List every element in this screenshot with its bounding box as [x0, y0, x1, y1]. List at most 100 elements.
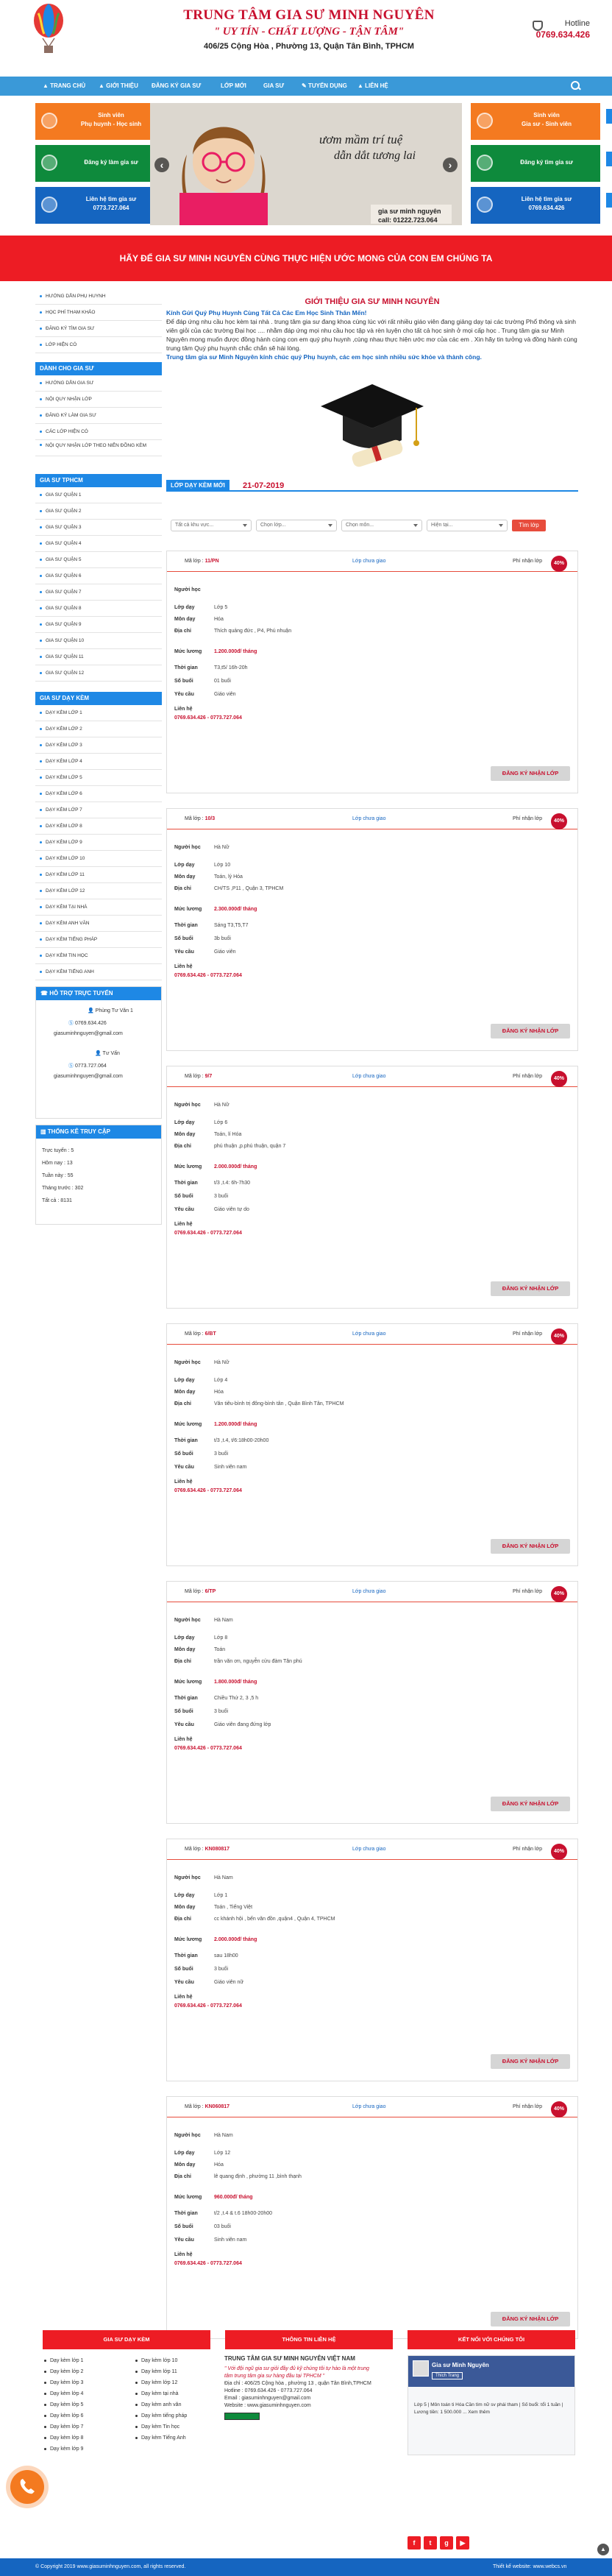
- sidebar-item[interactable]: ĐĂNG KÝ TÌM GIA SƯ: [35, 321, 162, 337]
- sidebar-item[interactable]: GIA SƯ QUẬN 6: [35, 568, 162, 584]
- register-class-button[interactable]: ĐĂNG KÝ NHẬN LỚP: [491, 1539, 570, 1554]
- sidebar-item[interactable]: DẠY KÈM LỚP 8: [35, 818, 162, 835]
- support-email[interactable]: giasuminhnguyen@gmail.com: [54, 1031, 123, 1036]
- quick-card-find[interactable]: Đăng ký tìm gia sư: [471, 145, 600, 182]
- sidebar-item[interactable]: DẠY KÈM LỚP 2: [35, 721, 162, 737]
- area-select[interactable]: Tất cả khu vực...: [171, 520, 252, 531]
- search-icon[interactable]: [571, 81, 581, 91]
- sidebar-item[interactable]: NỘI QUY NHẬN LỚP: [35, 392, 162, 408]
- sidebar-item[interactable]: GIA SƯ QUẬN 11: [35, 649, 162, 665]
- google-plus-icon[interactable]: g: [440, 2536, 453, 2550]
- sidebar-item[interactable]: DẠY KÈM LỚP 12: [35, 883, 162, 899]
- right-edge-tab[interactable]: [606, 152, 612, 166]
- sidebar-item[interactable]: DẠY KÈM LỚP 10: [35, 851, 162, 867]
- dmca-badge[interactable]: [224, 2413, 260, 2420]
- facebook-page-widget[interactable]: Gia sư Minh Nguyên Thích Trang Lớp 5 | M…: [408, 2355, 575, 2455]
- sidebar-item[interactable]: DẠY KÈM TIẾNG PHÁP: [35, 932, 162, 948]
- sidebar-item[interactable]: HỌC PHÍ THAM KHẢO: [35, 305, 162, 321]
- sidebar-item[interactable]: DẠY KÈM LỚP 6: [35, 786, 162, 802]
- sidebar-item[interactable]: CÁC LỚP HIỆN CÓ: [35, 424, 162, 440]
- sidebar-item[interactable]: GIA SƯ QUẬN 1: [35, 487, 162, 503]
- sidebar-item[interactable]: GIA SƯ QUẬN 9: [35, 617, 162, 633]
- slider-prev-arrow-icon[interactable]: ‹: [154, 158, 169, 172]
- support-phone[interactable]: Ⓢ 0769.634.426: [68, 1019, 107, 1027]
- slider-next-arrow-icon[interactable]: ›: [443, 158, 458, 172]
- twitter-icon[interactable]: t: [424, 2536, 437, 2550]
- footer-link[interactable]: Dạy kèm Tiếng Anh: [134, 2432, 204, 2444]
- sidebar-item[interactable]: HƯỚNG DẪN PHỤ HUYNH: [35, 289, 162, 305]
- sidebar-item[interactable]: DẠY KÈM LỚP 7: [35, 802, 162, 818]
- design-credit[interactable]: Thiết kế website: www.webcs.vn: [493, 2558, 566, 2576]
- youtube-icon[interactable]: ▶: [456, 2536, 469, 2550]
- sidebar-item[interactable]: DẠY KÈM TIẾNG ANH: [35, 964, 162, 980]
- sidebar-item[interactable]: GIA SƯ QUẬN 12: [35, 665, 162, 682]
- nav-home[interactable]: ▲ TRANG CHỦ: [43, 77, 85, 96]
- sidebar-item[interactable]: NỘI QUY NHẬN LỚP THEO NIÊN ĐỒNG KÈM: [35, 440, 162, 456]
- sidebar-item[interactable]: ĐĂNG KÝ LÀM GIA SƯ: [35, 408, 162, 424]
- nav-recruitment[interactable]: ✎ TUYỂN DỤNG: [302, 77, 347, 96]
- sidebar-item[interactable]: GIA SƯ QUẬN 7: [35, 584, 162, 601]
- footer-link[interactable]: Dạy kèm lớp 4: [43, 2388, 113, 2399]
- register-class-button[interactable]: ĐĂNG KÝ NHẬN LỚP: [491, 1024, 570, 1038]
- footer-website[interactable]: Website : www.giasuminhnguyen.com: [224, 2402, 379, 2410]
- sidebar-item[interactable]: GIA SƯ QUẬN 5: [35, 552, 162, 568]
- sidebar-item[interactable]: GIA SƯ QUẬN 10: [35, 633, 162, 649]
- sidebar-item[interactable]: GIA SƯ QUẬN 2: [35, 503, 162, 520]
- quick-card-parents[interactable]: Sinh viên Phụ huynh - Học sinh: [35, 103, 165, 140]
- sidebar-item[interactable]: GIA SƯ QUẬN 8: [35, 601, 162, 617]
- scroll-top-icon[interactable]: ▲: [597, 2544, 609, 2555]
- hotline-number[interactable]: 0769.634.426: [524, 29, 590, 40]
- register-class-button[interactable]: ĐĂNG KÝ NHẬN LỚP: [491, 2312, 570, 2326]
- sidebar-item[interactable]: DẠY KÈM LỚP 11: [35, 867, 162, 883]
- support-email[interactable]: giasuminhnguyen@gmail.com: [54, 1074, 123, 1079]
- footer-link[interactable]: Dạy kèm lớp 3: [43, 2377, 113, 2388]
- sidebar-item[interactable]: DẠY KÈM TIN HỌC: [35, 948, 162, 964]
- facebook-like-button[interactable]: Thích Trang: [432, 2372, 463, 2379]
- support-phone[interactable]: Ⓢ 0773.727.064: [68, 1062, 107, 1069]
- hero-slider[interactable]: ươm mầm trí tuệ dẫn dắt tương lai gia sư…: [150, 103, 462, 225]
- footer-link[interactable]: Dạy kèm lớp 2: [43, 2366, 113, 2377]
- register-class-button[interactable]: ĐĂNG KÝ NHẬN LỚP: [491, 2054, 570, 2069]
- search-classes-button[interactable]: Tìm lớp: [512, 520, 546, 531]
- sidebar-item[interactable]: LỚP HIỆN CÓ: [35, 337, 162, 353]
- sidebar-item[interactable]: GIA SƯ QUẬN 4: [35, 536, 162, 552]
- subject-select[interactable]: Chọn môn...: [341, 520, 422, 531]
- nav-new-classes[interactable]: LỚP MỚI: [221, 77, 246, 96]
- nav-tutors[interactable]: GIA SƯ: [263, 77, 284, 96]
- quick-card-contact[interactable]: Liên hệ tìm gia sư 0773.727.064: [35, 187, 165, 224]
- right-edge-tab[interactable]: [606, 109, 612, 124]
- balloon-logo-icon[interactable]: [32, 3, 65, 56]
- register-class-button[interactable]: ĐĂNG KÝ NHẬN LỚP: [491, 1797, 570, 1811]
- nav-contact[interactable]: ▲ LIÊN HỆ: [357, 77, 388, 96]
- register-class-button[interactable]: ĐĂNG KÝ NHẬN LỚP: [491, 1281, 570, 1296]
- sidebar-item[interactable]: DẠY KÈM LỚP 9: [35, 835, 162, 851]
- footer-link[interactable]: Dạy kèm lớp 10: [134, 2355, 204, 2366]
- call-button[interactable]: [10, 2470, 44, 2504]
- status-select[interactable]: Hiện tại...: [427, 520, 508, 531]
- footer-link[interactable]: Dạy kèm lớp 1: [43, 2355, 113, 2366]
- hotline-block[interactable]: Hotline 0769.634.426: [524, 19, 590, 40]
- sidebar-item[interactable]: DẠY KÈM LỚP 4: [35, 754, 162, 770]
- class-select[interactable]: Chọn lớp...: [256, 520, 337, 531]
- footer-link[interactable]: Dạy kèm lớp 8: [43, 2432, 113, 2444]
- footer-link[interactable]: Dạy kèm lớp 7: [43, 2421, 113, 2432]
- new-classes-tab[interactable]: LỚP DẠY KÈM MỚI: [166, 480, 230, 492]
- footer-link[interactable]: Dạy kèm tiếng pháp: [134, 2410, 204, 2421]
- register-class-button[interactable]: ĐĂNG KÝ NHẬN LỚP: [491, 766, 570, 781]
- right-edge-tab[interactable]: [606, 193, 612, 208]
- footer-link[interactable]: Dạy kèm anh văn: [134, 2399, 204, 2410]
- sidebar-item[interactable]: DẠY KÈM LỚP 3: [35, 737, 162, 754]
- footer-link[interactable]: Dạy kèm lớp 9: [43, 2444, 113, 2455]
- nav-about[interactable]: ▲ GIỚI THIỆU: [99, 77, 138, 96]
- sidebar-item[interactable]: DẠY KÈM LỚP 5: [35, 770, 162, 786]
- footer-link[interactable]: Dạy kèm lớp 6: [43, 2410, 113, 2421]
- facebook-page-name[interactable]: Gia sư Minh Nguyên: [432, 2362, 489, 2368]
- quick-card-contact-2[interactable]: Liên hệ tìm gia sư 0769.634.426: [471, 187, 600, 224]
- nav-register-tutor[interactable]: ĐĂNG KÝ GIA SƯ: [152, 77, 201, 96]
- sidebar-item[interactable]: DẠY KÈM LỚP 1: [35, 705, 162, 721]
- footer-link[interactable]: Dạy kèm lớp 12: [134, 2377, 204, 2388]
- footer-link[interactable]: Dạy kèm lớp 5: [43, 2399, 113, 2410]
- quick-card-tutors[interactable]: Sinh viên Gia sư - Sinh viên: [471, 103, 600, 140]
- sidebar-item[interactable]: GIA SƯ QUẬN 3: [35, 520, 162, 536]
- quick-card-register[interactable]: Đăng ký làm gia sư: [35, 145, 165, 182]
